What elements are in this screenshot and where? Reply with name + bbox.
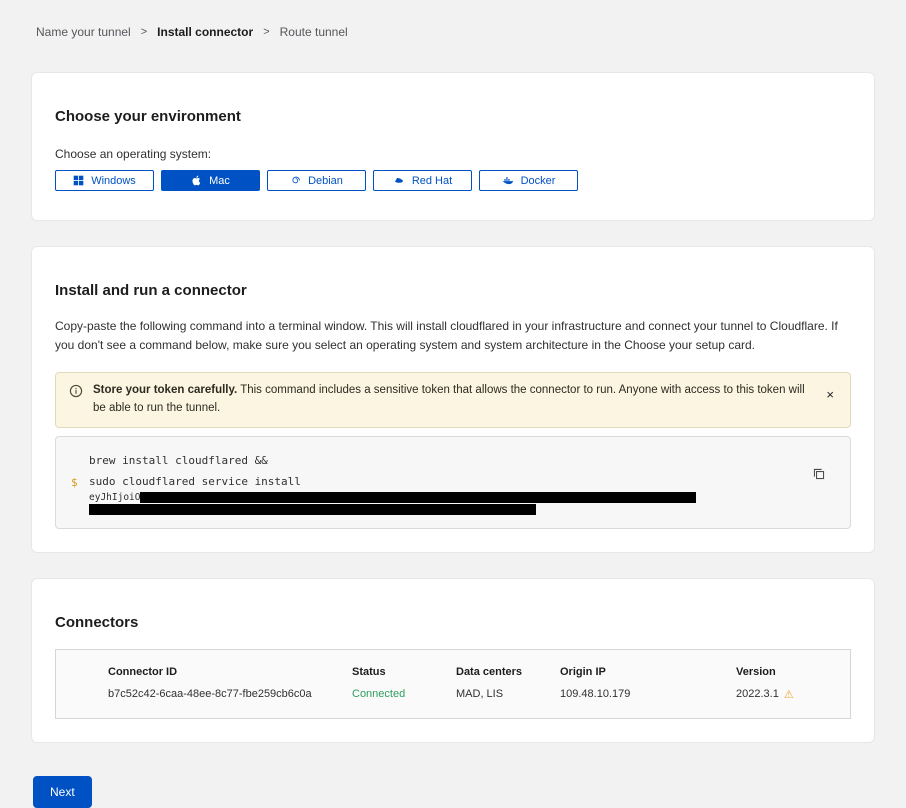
status-badge: Connected [352,688,456,701]
col-header-version: Version [736,666,834,678]
next-button[interactable]: Next [33,776,92,808]
command-line-2: sudo cloudflared service install [89,471,834,492]
os-button-redhat[interactable]: Red Hat [373,170,472,191]
breadcrumb-step-install-connector[interactable]: Install connector [157,25,253,39]
environment-card: Choose your environment Choose an operat… [31,72,875,221]
redacted-token-bar-1 [140,492,696,503]
os-select-label: Choose an operating system: [55,147,851,161]
docker-icon [502,175,514,187]
close-icon[interactable]: × [822,386,838,403]
breadcrumb-step-route-tunnel[interactable]: Route tunnel [280,25,348,39]
info-icon [69,384,83,405]
os-button-label: Docker [521,175,556,187]
debian-icon [290,175,301,186]
origin-ip-value: 109.48.10.179 [560,688,736,701]
breadcrumb-separator: > [141,26,147,38]
token-warning-banner: Store your token carefully. This command… [55,372,851,428]
version-value: 2022.3.1 ⚠ [736,688,834,701]
os-button-label: Windows [91,175,136,187]
wizard-footer: Next [33,776,906,808]
col-header-origin-ip: Origin IP [560,666,736,678]
environment-card-title: Choose your environment [55,108,851,125]
token-prefix: eyJhIjoiO [89,492,140,503]
col-header-data-centers: Data centers [456,666,560,678]
install-connector-card: Install and run a connector Copy-paste t… [31,246,875,553]
token-warning-text: Store your token carefully. This command… [93,382,812,418]
command-token-line-2 [89,504,834,516]
terminal-prompt: $ [71,476,81,489]
warning-triangle-icon: ⚠ [784,688,794,701]
connectors-card: Connectors Connector ID Status Data cent… [31,578,875,743]
install-command-text: brew install cloudflared && sudo cloudfl… [89,450,834,516]
os-button-mac[interactable]: Mac [161,170,260,191]
connectors-table-header: Connector ID Status Data centers Origin … [108,666,834,678]
token-warning-title: Store your token carefully. [93,384,237,396]
os-button-docker[interactable]: Docker [479,170,578,191]
install-connector-description: Copy-paste the following command into a … [55,317,851,354]
data-centers-value: MAD, LIS [456,688,560,701]
os-button-label: Red Hat [412,175,452,187]
table-row: b7c52c42-6caa-48ee-8c77-fbe259cb6c0a Con… [108,688,834,701]
col-header-status: Status [352,666,456,678]
command-line-1: brew install cloudflared && [89,450,834,471]
connectors-table: Connector ID Status Data centers Origin … [55,649,851,719]
install-command-block: $ brew install cloudflared && sudo cloud… [55,436,851,529]
breadcrumb-separator: > [263,26,269,38]
os-button-debian[interactable]: Debian [267,170,366,191]
apple-icon [191,175,202,186]
connector-id-value: b7c52c42-6caa-48ee-8c77-fbe259cb6c0a [108,688,352,701]
copy-icon[interactable] [810,465,828,486]
redhat-icon [393,175,405,187]
install-connector-title: Install and run a connector [55,282,851,299]
breadcrumb: Name your tunnel > Install connector > R… [0,0,906,72]
os-button-group: Windows Mac Debian Red Hat Docker [55,170,851,191]
os-button-windows[interactable]: Windows [55,170,154,191]
command-token-line: eyJhIjoiO [89,492,834,504]
os-button-label: Mac [209,175,230,187]
col-header-connector-id: Connector ID [108,666,352,678]
os-button-label: Debian [308,175,343,187]
connectors-title: Connectors [55,614,851,631]
redacted-token-bar-2 [89,504,536,515]
breadcrumb-step-name-your-tunnel[interactable]: Name your tunnel [36,25,131,39]
windows-icon [73,175,84,186]
